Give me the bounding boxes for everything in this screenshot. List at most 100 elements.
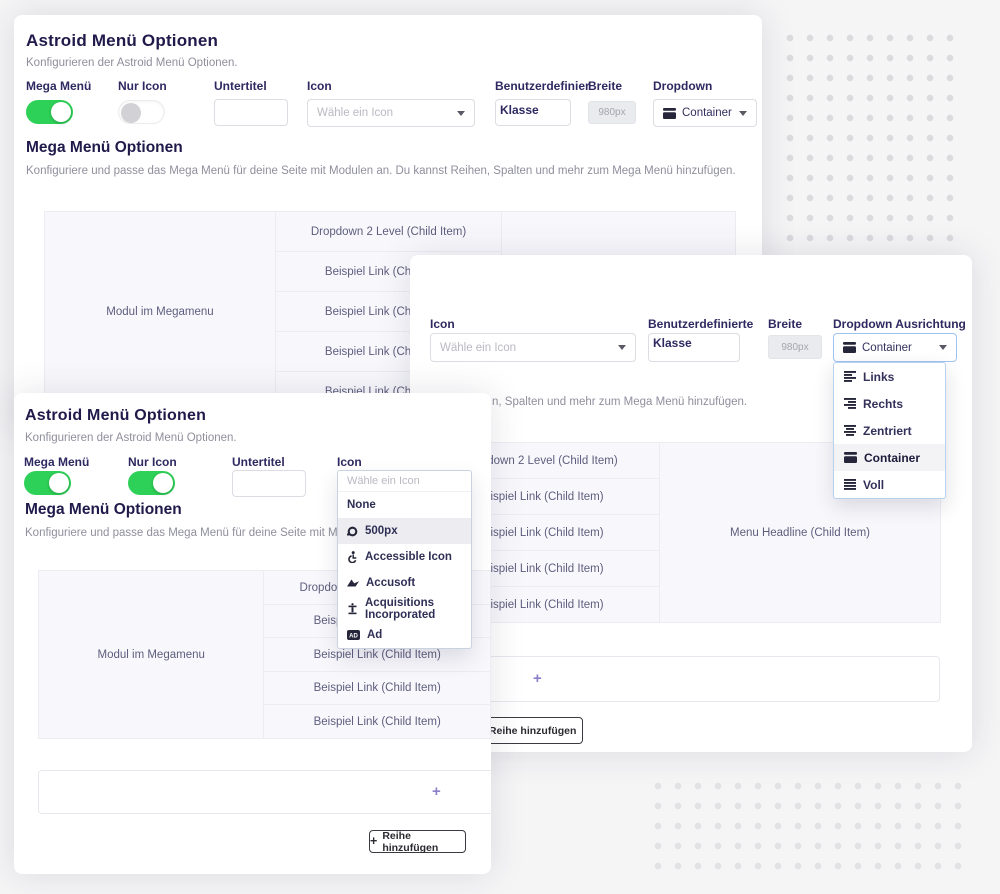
custom-class-label-line2: Klasse [500, 103, 539, 117]
icon-option-none[interactable]: None [338, 492, 471, 518]
container-icon [663, 108, 676, 119]
breite-label: Breite [588, 79, 622, 93]
icon-select-open: Wähle ein Icon None 500px Accessible Ico… [337, 470, 472, 649]
icon-option-accessible-icon[interactable]: Accessible Icon [338, 544, 471, 570]
dot-pattern-top-right [780, 28, 958, 242]
page-title: Astroid Menü Optionen [26, 31, 218, 51]
plus-icon: + [370, 835, 377, 848]
mega-menu-section-subtitle: Konfiguriere und passe das Mega Menü für… [25, 527, 351, 539]
accusoft-icon [347, 578, 359, 588]
untertitel-input[interactable] [232, 470, 306, 497]
dropdown-alignment-select[interactable]: Container [653, 99, 757, 127]
page-title: Astroid Menü Optionen [25, 407, 206, 425]
svg-text:AD: AD [349, 633, 358, 639]
icon-label: Icon [430, 317, 455, 331]
mega-menu-label: Mega Menü [26, 79, 91, 93]
module-cell[interactable]: Modul im Megamenu [45, 212, 276, 412]
chevron-down-icon [939, 345, 947, 350]
mega-menu-section-subtitle: Konfiguriere und passe das Mega Menü für… [26, 165, 736, 177]
nur-icon-label: Nur Icon [128, 455, 177, 469]
icon-select[interactable]: Wähle ein Icon [430, 333, 636, 362]
card-astroid-menu-options-icon-open: Astroid Menü Optionen Konfigurieren der … [14, 393, 491, 874]
dropdown-select-value: Container [862, 342, 912, 354]
nur-icon-label: Nur Icon [118, 79, 167, 93]
plus-icon: + [432, 783, 441, 800]
menu-option-zentriert[interactable]: Zentriert [834, 417, 945, 444]
menu-option-rechts[interactable]: Rechts [834, 390, 945, 417]
dropdown-alignment-select[interactable]: Container [833, 333, 957, 362]
menu-item-cell[interactable]: Beispiel Link (Child Item) [264, 705, 491, 739]
menu-option-label: Rechts [863, 397, 903, 411]
menu-item-cell[interactable]: Dropdown 2 Level (Child Item) [276, 212, 502, 252]
card-megamenu-alignment: Icon Benutzerdefinierte Breite Dropdown … [410, 255, 972, 752]
nur-icon-toggle[interactable] [118, 100, 165, 124]
toggle-knob [153, 473, 173, 493]
untertitel-input[interactable] [214, 99, 288, 126]
align-center-icon [844, 425, 856, 436]
acquisitions-incorporated-icon [347, 603, 358, 615]
untertitel-label: Untertitel [214, 79, 267, 93]
menu-option-label: Voll [863, 478, 884, 492]
dropdown-alignment-label: Dropdown Ausrichtung [833, 317, 966, 331]
container-icon [844, 452, 857, 463]
toggle-knob [121, 103, 141, 123]
breite-input: 980px [588, 101, 636, 124]
add-row-label: Reihe hinzufügen [382, 830, 465, 854]
toggle-knob [51, 102, 71, 122]
alignment-dropdown-menu: Links Rechts Zentriert Container Voll [833, 362, 946, 499]
icon-option-label: Ad [367, 629, 382, 641]
icon-option-ad[interactable]: AD Ad [338, 622, 471, 648]
icon-select[interactable]: Wähle ein Icon [307, 99, 475, 127]
nur-icon-toggle[interactable] [128, 471, 175, 495]
accessible-icon [347, 551, 358, 563]
breite-input: 980px [768, 335, 822, 359]
chevron-down-icon [457, 111, 465, 116]
page-subtitle: Konfigurieren der Astroid Menü Optionen. [25, 432, 237, 444]
500px-icon [347, 526, 358, 537]
align-right-icon [844, 398, 856, 409]
chevron-down-icon [739, 111, 747, 116]
menu-option-label: Links [863, 370, 894, 384]
add-row-label: Reihe hinzufügen [489, 725, 577, 737]
mega-menu-section-title: Mega Menü Optionen [25, 501, 182, 519]
dot-pattern-bottom-right [648, 776, 966, 870]
page: Astroid Menü Optionen Konfigurieren der … [0, 0, 1000, 894]
menu-option-voll[interactable]: Voll [834, 471, 945, 498]
module-cell[interactable]: Modul im Megamenu [39, 571, 264, 739]
mega-menu-label: Mega Menü [24, 455, 89, 469]
icon-select-placeholder: Wähle ein Icon [440, 342, 516, 354]
icon-label: Icon [307, 79, 332, 93]
menu-option-label: Container [864, 451, 920, 465]
custom-class-label: Benutzerdefinierte [495, 79, 589, 93]
mega-menu-section-title: Mega Menü Optionen [26, 139, 183, 157]
breite-label: Breite [768, 317, 802, 331]
icon-option-500px[interactable]: 500px [338, 518, 471, 544]
icon-option-accusoft[interactable]: Accusoft [338, 570, 471, 596]
icon-label: Icon [337, 455, 362, 469]
add-column-box[interactable]: + [38, 770, 491, 814]
mega-menu-toggle[interactable] [26, 100, 73, 124]
ad-icon: AD [347, 630, 360, 640]
chevron-down-icon [618, 345, 626, 350]
untertitel-label: Untertitel [232, 455, 285, 469]
container-icon [843, 342, 856, 353]
custom-class-label: Benutzerdefinierte [648, 317, 753, 331]
icon-option-label: Acquisitions Incorporated [365, 597, 462, 621]
align-justify-icon [844, 479, 856, 490]
icon-select-placeholder: Wähle ein Icon [317, 107, 393, 119]
icon-option-acquisitions-incorporated[interactable]: Acquisitions Incorporated [338, 596, 471, 622]
custom-class-label-line2: Klasse [653, 336, 692, 350]
dropdown-label: Dropdown [653, 79, 712, 93]
dropdown-select-value: Container [682, 107, 732, 119]
add-column-box[interactable]: + [420, 656, 940, 702]
menu-option-links[interactable]: Links [834, 363, 945, 390]
page-subtitle: Konfigurieren der Astroid Menü Optionen. [26, 57, 238, 69]
add-row-button[interactable]: + Reihe hinzufügen [369, 830, 466, 853]
menu-option-container[interactable]: Container [834, 444, 945, 471]
mega-menu-toggle[interactable] [24, 471, 71, 495]
menu-item-cell[interactable]: Beispiel Link (Child Item) [264, 672, 491, 705]
icon-search-input[interactable]: Wähle ein Icon [338, 471, 471, 492]
icon-option-label: None [347, 499, 376, 511]
plus-icon: + [533, 670, 542, 687]
icon-option-label: Accessible Icon [365, 551, 452, 563]
